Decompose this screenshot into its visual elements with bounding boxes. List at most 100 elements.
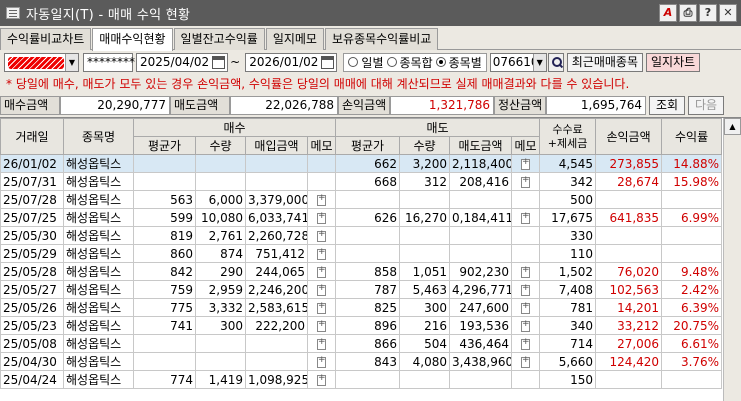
memo-cell[interactable] (306, 262, 337, 281)
memo-cell[interactable] (511, 172, 541, 191)
memo-icon[interactable] (317, 247, 327, 260)
memo-cell[interactable] (306, 370, 337, 389)
tab-2[interactable]: 일별잔고수익률 (173, 28, 265, 50)
query-button[interactable]: 조회 (649, 95, 685, 115)
memo-icon[interactable] (521, 211, 531, 224)
memo-cell[interactable] (306, 190, 337, 209)
memo-icon[interactable] (521, 175, 531, 188)
memo-icon[interactable] (521, 283, 531, 296)
table-row[interactable]: 25/07/31해성옵틱스 668312208,416 34228,67415.98… (0, 172, 723, 191)
col-sell-amt: 매도금액 (449, 136, 513, 155)
chevron-down-icon[interactable]: ▼ (532, 53, 546, 71)
table-row[interactable]: 25/05/28해성옵틱스842290244,065 8581,051902,23… (0, 262, 723, 281)
table-cell: 해성옵틱스 (63, 244, 134, 263)
table-cell: 0,184,411 (449, 208, 513, 227)
next-button[interactable]: 다음 (688, 95, 724, 115)
table-row[interactable]: 25/04/30해성옵틱스 8434,0803,438,960 5,660124,4… (0, 352, 723, 371)
table-row[interactable]: 26/01/02해성옵틱스 6623,2002,118,400 4,545273,8… (0, 154, 723, 173)
memo-icon[interactable] (521, 355, 531, 368)
scroll-up-icon[interactable]: ▲ (724, 118, 741, 135)
radio-daily[interactable] (348, 57, 359, 67)
title-bar[interactable]: 자동일지(T) - 매매 수익 현황 A ⎙ ? ✕ (0, 0, 741, 26)
memo-cell[interactable] (511, 244, 541, 263)
memo-cell[interactable] (511, 280, 541, 299)
memo-cell[interactable] (306, 244, 337, 263)
help-icon[interactable]: ? (699, 4, 717, 22)
memo-icon[interactable] (521, 301, 531, 314)
memo-cell[interactable] (511, 226, 541, 245)
table-cell: 해성옵틱스 (63, 262, 134, 281)
table-cell: 775 (133, 298, 196, 317)
tab-1[interactable]: 매매수익현황 (92, 28, 173, 51)
journal-chart-button[interactable]: 일지차트 (646, 52, 701, 72)
memo-icon[interactable] (317, 229, 327, 242)
stock-code-field[interactable]: 076610 ▼ (489, 52, 547, 72)
table-row[interactable]: 25/05/26해성옵틱스7753,3322,583,615 825300247,… (0, 298, 723, 317)
memo-cell[interactable] (511, 316, 541, 335)
table-cell: 662 (335, 154, 401, 173)
calendar-icon[interactable] (212, 55, 226, 69)
memo-cell[interactable] (306, 154, 337, 173)
window-title: 자동일지(T) - 매매 수익 현황 (26, 7, 191, 23)
table-row[interactable]: 25/05/30해성옵틱스8192,7612,260,728 330 (0, 226, 723, 245)
chevron-down-icon[interactable]: ▼ (65, 53, 78, 71)
password-field[interactable]: ******** (83, 52, 135, 72)
memo-cell[interactable] (306, 316, 337, 335)
date-from-field[interactable]: 2025/04/02 (136, 52, 229, 72)
memo-cell[interactable] (511, 370, 541, 389)
col-rate: 수익률 (661, 118, 723, 155)
memo-icon[interactable] (317, 193, 327, 206)
tab-0[interactable]: 수익률비교차트 (0, 28, 92, 50)
print-icon[interactable]: ⎙ (679, 4, 697, 22)
memo-cell[interactable] (306, 352, 337, 371)
radio-by-stock[interactable] (435, 57, 446, 67)
memo-cell[interactable] (306, 172, 337, 191)
memo-cell[interactable] (306, 226, 337, 245)
memo-icon[interactable] (317, 373, 327, 386)
table-row[interactable]: 25/05/29해성옵틱스860874751,412 110 (0, 244, 723, 263)
memo-cell[interactable] (511, 154, 541, 173)
table-cell: 25/05/29 (0, 244, 64, 263)
table-row[interactable]: 25/07/28해성옵틱스5636,0003,379,000 500 (0, 190, 723, 209)
table-row[interactable]: 25/05/27해성옵틱스7592,9592,246,200 7875,4634,… (0, 280, 723, 299)
table-row[interactable]: 25/07/25해성옵틱스59910,0806,033,741 62616,270… (0, 208, 723, 227)
memo-icon[interactable] (521, 337, 531, 350)
memo-icon[interactable] (317, 355, 327, 368)
font-icon[interactable]: A (659, 4, 677, 22)
table-row[interactable]: 25/04/24해성옵틱스7741,4191,098,925 150 (0, 370, 723, 389)
table-cell: 2,959 (195, 280, 246, 299)
table-cell: 858 (335, 262, 401, 281)
memo-icon[interactable] (521, 319, 531, 332)
table-row[interactable]: 25/05/23해성옵틱스741300222,200 896216193,536 3… (0, 316, 723, 335)
memo-icon[interactable] (317, 265, 327, 278)
memo-cell[interactable] (306, 334, 337, 353)
memo-cell[interactable] (511, 208, 541, 227)
calendar-icon[interactable] (321, 55, 335, 69)
date-to-field[interactable]: 2026/01/02 (245, 52, 338, 72)
search-icon[interactable] (547, 52, 564, 72)
memo-icon[interactable] (317, 337, 327, 350)
account-select[interactable]: ▼ (4, 52, 79, 72)
tab-3[interactable]: 일지메모 (265, 28, 324, 50)
memo-icon[interactable] (317, 283, 327, 296)
memo-icon[interactable] (317, 211, 327, 224)
memo-icon[interactable] (317, 319, 327, 332)
table-cell: 247,600 (449, 298, 513, 317)
memo-cell[interactable] (306, 208, 337, 227)
vertical-scrollbar[interactable]: ▲ (723, 118, 741, 401)
memo-icon[interactable] (521, 157, 531, 170)
memo-cell[interactable] (511, 190, 541, 209)
memo-icon[interactable] (521, 265, 531, 278)
tab-4[interactable]: 보유종목수익률비교 (324, 28, 439, 50)
memo-cell[interactable] (306, 298, 337, 317)
memo-cell[interactable] (511, 262, 541, 281)
memo-cell[interactable] (511, 352, 541, 371)
memo-icon[interactable] (317, 301, 327, 314)
memo-cell[interactable] (511, 298, 541, 317)
table-row[interactable]: 25/05/08해성옵틱스 866504436,464 71427,0066.61% (0, 334, 723, 353)
recent-trades-button[interactable]: 최근매매종목 (566, 52, 643, 72)
radio-sum[interactable] (386, 57, 397, 67)
memo-cell[interactable] (511, 334, 541, 353)
memo-cell[interactable] (306, 280, 337, 299)
close-icon[interactable]: ✕ (719, 4, 737, 22)
